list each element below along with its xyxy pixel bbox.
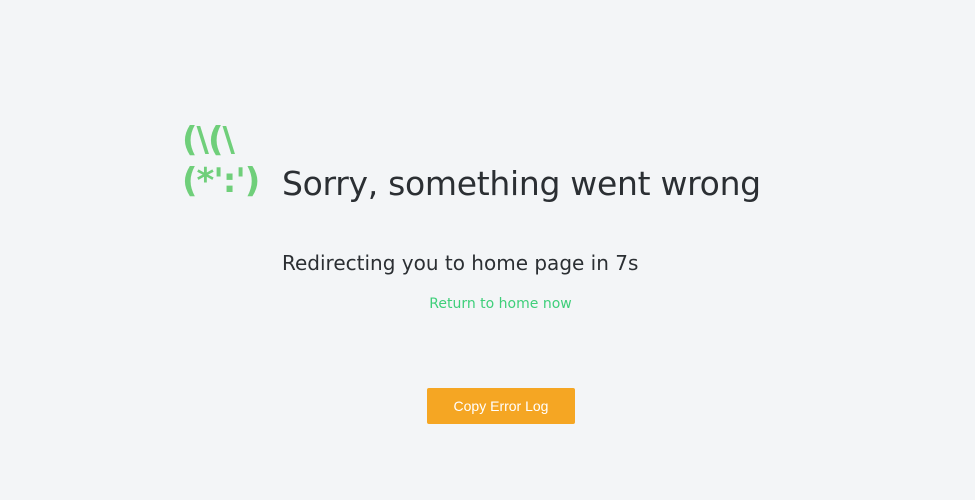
bunny-mascot: (\(\ (*':') — [182, 120, 260, 201]
error-page: (\(\ (*':') Sorry, something went wrong … — [0, 0, 975, 500]
error-title: Sorry, something went wrong — [282, 164, 761, 203]
redirect-countdown: Redirecting you to home page in 7s — [282, 251, 639, 275]
copy-error-log-button[interactable]: Copy Error Log — [427, 388, 575, 424]
return-home-link[interactable]: Return to home now — [0, 296, 975, 312]
